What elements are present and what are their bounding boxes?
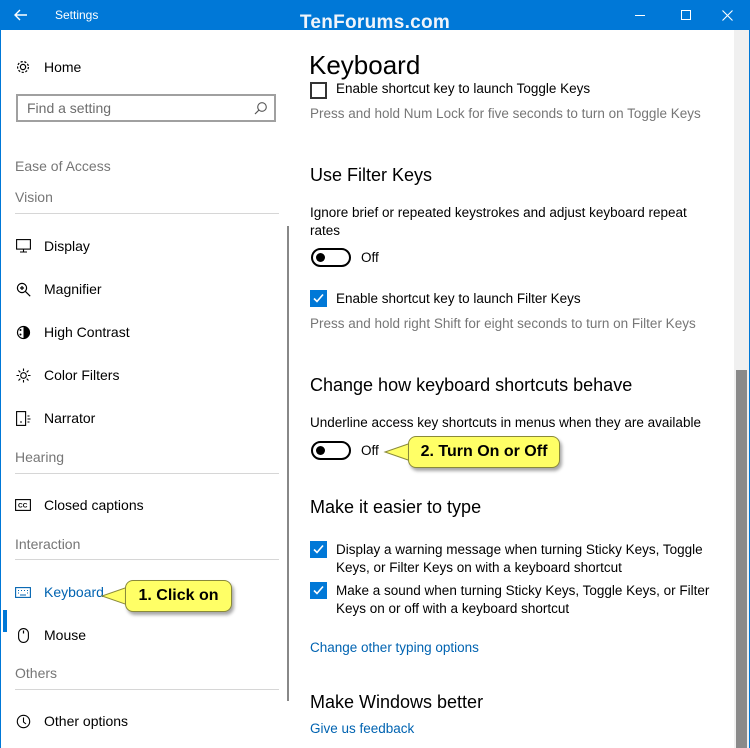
callout-click-on: 1. Click on — [125, 580, 232, 612]
toggle-knob — [316, 253, 325, 262]
sidebar-item-color-filters[interactable]: Color Filters — [2, 362, 272, 388]
sidebar-item-magnifier[interactable]: Magnifier — [2, 276, 272, 302]
closed-captions-icon: CC — [15, 499, 31, 511]
toggle-keys-shortcut-label: Enable shortcut key to launch Toggle Key… — [336, 82, 591, 96]
back-arrow-icon — [14, 9, 27, 21]
display-icon — [15, 239, 31, 253]
warning-message-label: Display a warning message when turning S… — [336, 542, 703, 575]
sound-label: Make a sound when turning Sticky Keys, T… — [336, 583, 710, 616]
magnifier-icon — [15, 282, 31, 297]
color-filters-icon — [15, 368, 31, 383]
divider — [15, 559, 279, 560]
shortcuts-heading: Change how keyboard shortcuts behave — [310, 375, 633, 395]
mouse-icon — [15, 627, 31, 643]
easier-type-heading: Make it easier to type — [310, 497, 482, 517]
filter-keys-shortcut-label: Enable shortcut key to launch Filter Key… — [336, 291, 581, 306]
sidebar-item-label: Closed captions — [44, 497, 144, 513]
checkmark-icon — [313, 544, 324, 554]
close-button[interactable] — [704, 0, 750, 30]
sidebar-item-label: Other options — [44, 713, 129, 729]
windows-better-heading: Make Windows better — [310, 692, 484, 712]
main-scrollbar-thumb[interactable] — [736, 370, 747, 748]
other-options-icon — [15, 714, 31, 729]
maximize-button[interactable] — [663, 0, 709, 30]
window-title: Settings — [55, 8, 99, 22]
sidebar-item-label: Magnifier — [44, 281, 102, 297]
home-label: Home — [44, 59, 82, 75]
sidebar-item-closed-captions[interactable]: CC Closed captions — [2, 492, 272, 518]
search-input[interactable] — [27, 100, 237, 116]
filter-keys-hint: Press and hold right Shift for eight sec… — [310, 316, 696, 331]
sidebar-item-label: High Contrast — [44, 324, 130, 340]
filter-keys-toggle-state: Off — [361, 250, 379, 265]
underline-access-keys-toggle[interactable] — [311, 441, 351, 460]
page-title: Keyboard — [309, 50, 421, 80]
narrator-icon — [15, 410, 31, 426]
sidebar-item-display[interactable]: Display — [2, 233, 272, 259]
gear-icon — [15, 59, 31, 75]
home-link[interactable]: Home — [15, 57, 81, 77]
high-contrast-icon — [15, 325, 31, 340]
filter-keys-shortcut-checkbox[interactable] — [310, 290, 327, 307]
toggle-keys-shortcut-checkbox[interactable] — [310, 82, 327, 99]
sound-checkbox[interactable] — [310, 582, 327, 599]
category-others: Others — [15, 665, 58, 681]
divider — [15, 213, 279, 214]
sidebar-item-label: Mouse — [44, 627, 87, 643]
sidebar: Home Ease of Access Vision Display Magni… — [1, 30, 290, 748]
checkmark-icon — [313, 585, 324, 595]
main-content: Keyboard Enable shortcut key to launch T… — [291, 30, 734, 748]
search-box[interactable] — [16, 94, 276, 122]
underline-access-keys-toggle-state: Off — [361, 443, 379, 458]
sidebar-item-narrator[interactable]: Narrator — [2, 405, 272, 431]
divider — [15, 689, 279, 690]
close-icon — [721, 9, 733, 21]
minimize-icon — [634, 14, 645, 16]
sidebar-item-high-contrast[interactable]: High Contrast — [2, 319, 272, 345]
keyboard-icon — [15, 586, 31, 598]
sidebar-item-mouse[interactable]: Mouse — [2, 622, 272, 648]
filter-keys-heading: Use Filter Keys — [310, 165, 433, 185]
maximize-icon — [680, 9, 691, 20]
filter-keys-description: Ignore brief or repeated keystrokes and … — [310, 205, 687, 238]
toggle-knob — [316, 446, 325, 455]
callout-turn-on-off: 2. Turn On or Off — [408, 436, 560, 468]
section-title: Ease of Access — [15, 158, 111, 174]
title-bar: Settings TenForums.com — [0, 0, 750, 33]
warning-message-checkbox[interactable] — [310, 541, 327, 558]
scroll-region: Enable shortcut key to launch Toggle Key… — [291, 82, 734, 748]
sidebar-scrollbar[interactable] — [287, 226, 289, 701]
category-interaction: Interaction — [15, 536, 81, 552]
category-hearing: Hearing — [15, 449, 65, 465]
sidebar-item-other-options[interactable]: Other options — [2, 708, 272, 734]
filter-keys-toggle[interactable] — [311, 248, 351, 267]
sidebar-item-label: Narrator — [44, 410, 96, 426]
change-typing-options-link[interactable]: Change other typing options — [310, 640, 479, 655]
divider — [15, 473, 279, 474]
checkmark-icon — [313, 293, 324, 303]
minimize-button[interactable] — [617, 0, 663, 30]
sidebar-item-label: Color Filters — [44, 367, 120, 383]
search-icon — [254, 101, 268, 120]
sidebar-item-label: Keyboard — [44, 584, 104, 600]
feedback-link[interactable]: Give us feedback — [310, 721, 414, 736]
category-vision: Vision — [15, 189, 53, 205]
back-button[interactable] — [0, 0, 42, 30]
toggle-keys-hint: Press and hold Num Lock for five seconds… — [310, 106, 701, 121]
sidebar-item-label: Display — [44, 238, 90, 254]
svg-text:CC: CC — [18, 503, 28, 510]
shortcuts-description: Underline access key shortcuts in menus … — [310, 415, 701, 430]
